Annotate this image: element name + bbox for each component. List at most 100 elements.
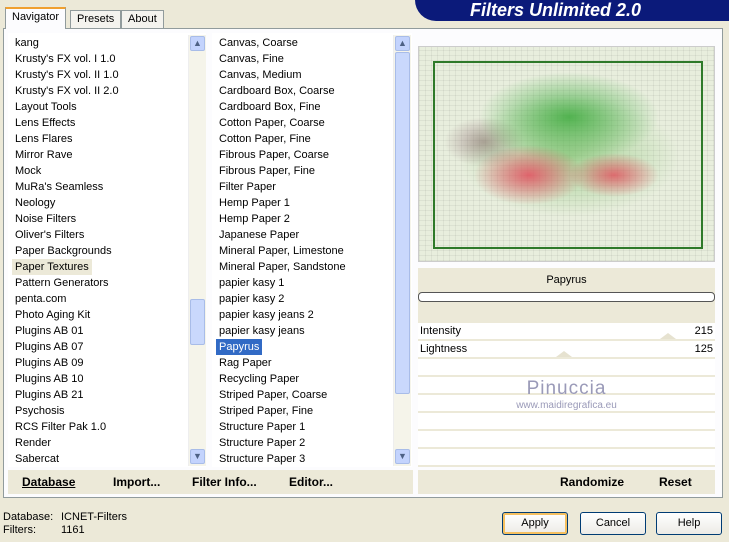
editor-button[interactable]: Editor... xyxy=(289,470,333,494)
param-value: 125 xyxy=(694,343,713,355)
scroll-down-icon[interactable]: ▼ xyxy=(395,449,410,464)
category-item[interactable]: MuRa's Seamless xyxy=(12,179,106,195)
cancel-button[interactable]: Cancel xyxy=(580,512,646,535)
filter-item[interactable]: papier kasy jeans 2 xyxy=(216,307,317,323)
apply-button[interactable]: Apply xyxy=(502,512,568,535)
watermark: Pinuccia www.maidiregrafica.eu xyxy=(516,378,617,411)
category-item[interactable]: kang xyxy=(12,35,42,51)
param-slider-lightness[interactable]: Lightness 125 xyxy=(418,341,715,359)
filter-item[interactable]: Hemp Paper 2 xyxy=(216,211,293,227)
scroll-up-icon[interactable]: ▲ xyxy=(395,36,410,51)
preview-image[interactable] xyxy=(418,46,715,262)
category-item[interactable]: Oliver's Filters xyxy=(12,227,87,243)
filter-scrollbar[interactable]: ▲ ▼ xyxy=(393,35,411,466)
filter-item[interactable]: Cotton Paper, Fine xyxy=(216,131,314,147)
randomize-button[interactable]: Randomize xyxy=(560,470,624,494)
help-button[interactable]: Help xyxy=(656,512,722,535)
filter-item[interactable]: Fibrous Paper, Fine xyxy=(216,163,318,179)
category-item[interactable]: Plugins AB 01 xyxy=(12,323,87,339)
category-item[interactable]: Photo Aging Kit xyxy=(12,307,93,323)
filter-item[interactable]: Striped Paper, Coarse xyxy=(216,387,330,403)
param-value: 215 xyxy=(694,325,713,337)
category-item[interactable]: Plugins AB 07 xyxy=(12,339,87,355)
category-item[interactable]: penta.com xyxy=(12,291,69,307)
param-toolbar: Randomize Reset xyxy=(418,470,715,494)
filter-item[interactable]: Papyrus xyxy=(216,339,263,355)
empty-param-row xyxy=(418,431,715,449)
filter-item[interactable]: Cotton Paper, Coarse xyxy=(216,115,328,131)
filter-item[interactable]: Striped Paper, Fine xyxy=(216,403,316,419)
category-item[interactable]: Paper Backgrounds xyxy=(12,243,115,259)
filter-name: Papyrus xyxy=(546,274,587,286)
filter-item[interactable]: Recycling Paper xyxy=(216,371,302,387)
filter-item[interactable]: Structure Paper 2 xyxy=(216,435,308,451)
category-item[interactable]: Paper Textures xyxy=(12,259,92,275)
category-item[interactable]: Krusty's FX vol. II 1.0 xyxy=(12,67,122,83)
filter-item[interactable]: Canvas, Coarse xyxy=(216,35,301,51)
category-item[interactable]: Lens Flares xyxy=(12,131,75,147)
empty-param-row xyxy=(418,359,715,377)
filter-item[interactable]: Japanese Paper xyxy=(216,227,302,243)
filter-list[interactable]: Canvas, Coarse Canvas, Fine Canvas, Medium… xyxy=(212,33,412,467)
category-item[interactable]: Krusty's FX vol. II 2.0 xyxy=(12,83,122,99)
param-slider-intensity[interactable]: Intensity 215 xyxy=(418,323,715,341)
filter-item[interactable]: Rag Paper xyxy=(216,355,275,371)
app-title-banner: Filters Unlimited 2.0 xyxy=(415,0,729,21)
filter-item[interactable]: Canvas, Fine xyxy=(216,51,287,67)
slider-handle[interactable] xyxy=(660,333,677,339)
reset-button[interactable]: Reset xyxy=(659,470,692,494)
tab-about[interactable]: About xyxy=(121,10,164,29)
filter-item[interactable]: Cardboard Box, Fine xyxy=(216,99,324,115)
database-button[interactable]: Database xyxy=(22,470,75,494)
filter-item[interactable]: Filter Paper xyxy=(216,179,279,195)
empty-param-row xyxy=(418,449,715,467)
tab-navigator[interactable]: Navigator xyxy=(5,7,67,29)
category-scrollbar[interactable]: ▲ ▼ xyxy=(188,35,206,466)
tab-presets[interactable]: Presets xyxy=(70,10,122,29)
param-label: Intensity xyxy=(420,325,461,337)
status-filters-label: Filters: xyxy=(3,524,36,536)
category-item[interactable]: Render xyxy=(12,435,54,451)
scroll-thumb[interactable] xyxy=(190,299,205,345)
status-database-value: ICNET-Filters xyxy=(61,511,127,523)
list-toolbar: Database Import... Filter Info... Editor… xyxy=(8,470,413,494)
category-item[interactable]: Noise Filters xyxy=(12,211,79,227)
filter-item[interactable]: Canvas, Medium xyxy=(216,67,305,83)
filter-item[interactable]: Cardboard Box, Coarse xyxy=(216,83,338,99)
preview-frame xyxy=(433,61,703,249)
filter-item[interactable]: Mineral Paper, Limestone xyxy=(216,243,347,259)
category-item[interactable]: Plugins AB 10 xyxy=(12,371,87,387)
filter-item[interactable]: Mineral Paper, Sandstone xyxy=(216,259,349,275)
filter-item[interactable]: papier kasy 2 xyxy=(216,291,287,307)
category-item[interactable]: Psychosis xyxy=(12,403,68,419)
filter-info-button[interactable]: Filter Info... xyxy=(192,470,257,494)
filter-item[interactable]: Hemp Paper 1 xyxy=(216,195,293,211)
category-item[interactable]: Plugins AB 09 xyxy=(12,355,87,371)
filter-item[interactable]: Structure Paper 1 xyxy=(216,419,308,435)
import-button[interactable]: Import... xyxy=(113,470,160,494)
filter-item[interactable]: Structure Paper 3 xyxy=(216,451,308,467)
category-item[interactable]: Plugins AB 21 xyxy=(12,387,87,403)
scroll-thumb[interactable] xyxy=(395,52,410,394)
param-label: Lightness xyxy=(420,343,468,355)
category-item[interactable]: Pattern Generators xyxy=(12,275,112,291)
category-item[interactable]: RCS Filter Pak 1.0 xyxy=(12,419,109,435)
empty-param-row xyxy=(418,413,715,431)
slider-handle[interactable] xyxy=(555,351,572,357)
status-database-label: Database: xyxy=(3,511,54,523)
category-item[interactable]: Sabercat xyxy=(12,451,62,467)
filter-item[interactable]: papier kasy jeans xyxy=(216,323,308,339)
category-item[interactable]: Neology xyxy=(12,195,58,211)
scroll-up-icon[interactable]: ▲ xyxy=(190,36,205,51)
category-item[interactable]: Mirror Rave xyxy=(12,147,75,163)
filter-item[interactable]: Fibrous Paper, Coarse xyxy=(216,147,332,163)
category-item[interactable]: Mock xyxy=(12,163,44,179)
scroll-down-icon[interactable]: ▼ xyxy=(190,449,205,464)
status-filters-value: 1161 xyxy=(61,524,85,536)
filter-item[interactable]: papier kasy 1 xyxy=(216,275,287,291)
category-item[interactable]: Lens Effects xyxy=(12,115,78,131)
category-item[interactable]: Krusty's FX vol. I 1.0 xyxy=(12,51,119,67)
category-item[interactable]: Layout Tools xyxy=(12,99,80,115)
category-list[interactable]: kang Krusty's FX vol. I 1.0 Krusty's FX vo… xyxy=(8,33,206,467)
progress-bar xyxy=(418,292,715,302)
